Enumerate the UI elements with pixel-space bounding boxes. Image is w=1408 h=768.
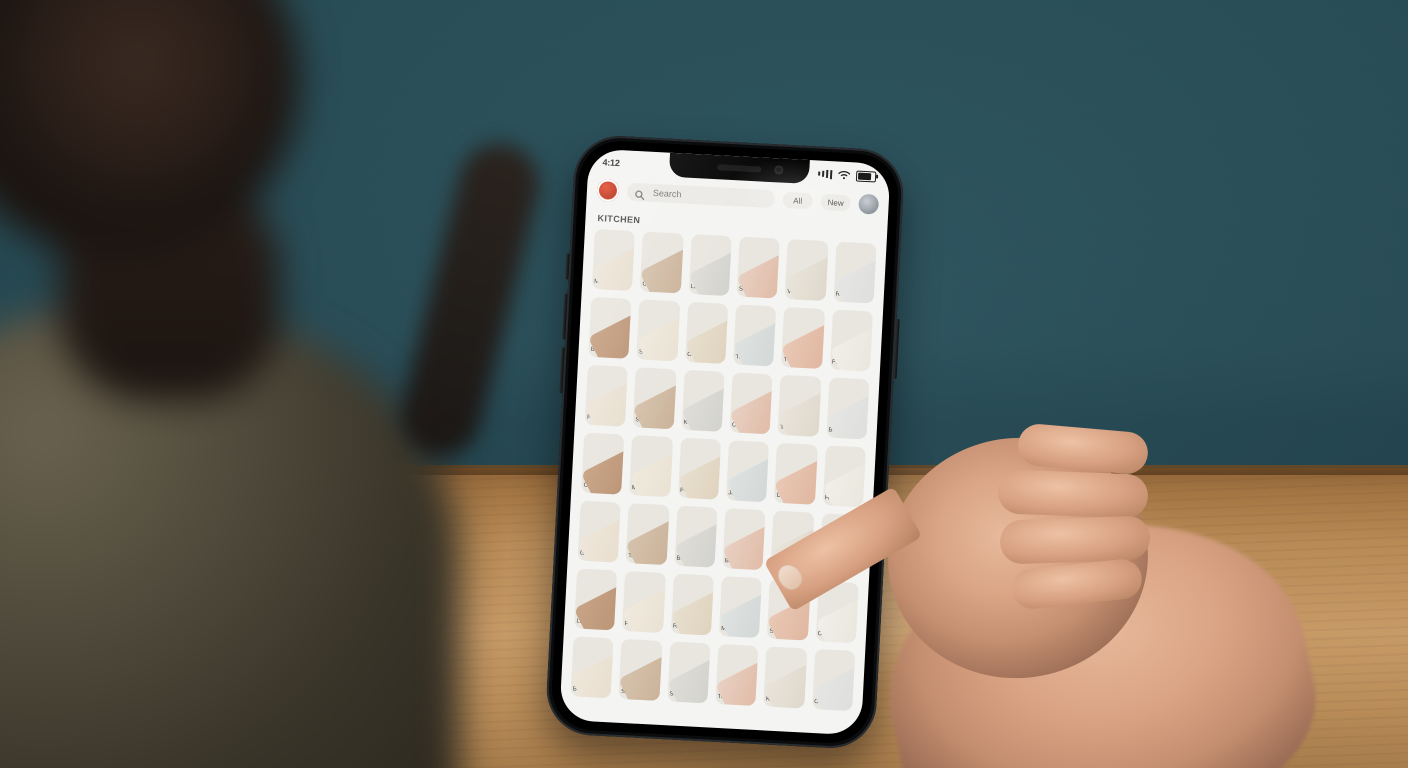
product-thumbnail (674, 506, 717, 568)
product-thumbnail (819, 513, 862, 575)
product-card[interactable]: Plant$18 (585, 365, 628, 427)
product-thumbnail (715, 644, 758, 706)
product-thumbnail (637, 299, 680, 361)
product-card[interactable]: Bin$17 (674, 506, 717, 568)
product-thumbnail (570, 636, 613, 698)
product-card[interactable]: Towel$7 (778, 375, 821, 437)
product-card[interactable]: Bowl$9 (588, 297, 631, 359)
product-thumbnail (778, 375, 821, 437)
wifi-icon (838, 170, 850, 180)
product-card[interactable]: Brush$6 (570, 636, 613, 698)
product-thumbnail (767, 579, 810, 641)
product-thumbnail (629, 435, 672, 497)
product-thumbnail (626, 503, 669, 565)
search-field[interactable] (627, 183, 776, 209)
product-card[interactable]: Set$32 (767, 579, 810, 641)
product-card[interactable]: Mirror$44 (629, 435, 672, 497)
filter-chip-1[interactable]: New (820, 194, 851, 212)
product-thumbnail (826, 377, 869, 439)
scene-photo: 4:12 (0, 0, 1408, 768)
product-card[interactable]: Knife$15 (764, 646, 807, 708)
product-card[interactable]: Hook$4 (822, 445, 865, 507)
product-thumbnail (588, 297, 631, 359)
product-thumbnail (822, 445, 865, 507)
product-card[interactable]: Soap$5 (619, 639, 662, 701)
product-thumbnail (667, 641, 710, 703)
signal-icon (818, 169, 832, 179)
brand-logo-icon[interactable] (596, 179, 619, 202)
product-thumbnail (622, 571, 665, 633)
product-card[interactable]: Tray$12 (733, 304, 776, 366)
product-thumbnail (592, 229, 635, 291)
product-card[interactable]: Sofa$399 (737, 236, 780, 298)
battery-icon (856, 170, 877, 182)
product-card[interactable]: Lamp$29 (688, 234, 731, 296)
product-card[interactable]: Table$199 (626, 503, 669, 565)
product-card[interactable]: Kettle$27 (681, 370, 724, 432)
product-thumbnail (574, 568, 617, 630)
product-card[interactable]: Plate$5 (678, 438, 721, 500)
profile-avatar[interactable] (858, 194, 879, 215)
search-icon (635, 187, 646, 198)
product-thumbnail (578, 501, 621, 563)
product-card[interactable]: Board$13 (722, 508, 765, 570)
product-card[interactable]: Vase$14 (785, 239, 828, 301)
status-time: 4:12 (602, 157, 620, 168)
product-card[interactable]: Cup$4 (815, 581, 858, 643)
product-card[interactable]: Tongs$8 (715, 644, 758, 706)
product-thumbnail (774, 443, 817, 505)
product-card[interactable]: Glass$3 (578, 501, 621, 563)
product-thumbnail (764, 646, 807, 708)
product-card[interactable]: Clock$24 (685, 302, 728, 364)
product-thumbnail (833, 242, 876, 304)
product-card[interactable]: Candle$11 (581, 433, 624, 495)
product-card[interactable]: Frame$8 (830, 309, 873, 371)
product-thumbnail (733, 304, 776, 366)
product-card[interactable]: Chair$49 (640, 231, 683, 293)
product-card[interactable]: Rack$28 (671, 573, 714, 635)
product-card[interactable]: Mat$10 (719, 576, 762, 638)
phone-screen[interactable]: 4:12 (559, 148, 891, 735)
product-thumbnail (730, 372, 773, 434)
product-card[interactable]: Basket$22 (826, 377, 869, 439)
product-card[interactable]: Pillow$21 (771, 511, 814, 573)
product-thumbnail (771, 511, 814, 573)
product-card[interactable]: Oven$249 (812, 649, 855, 711)
product-thumbnail (640, 231, 683, 293)
product-card[interactable]: Throw$35 (781, 307, 824, 369)
product-thumbnail (685, 302, 728, 364)
product-thumbnail (619, 639, 662, 701)
product-card[interactable]: Shade$23 (667, 641, 710, 703)
product-thumbnail (737, 236, 780, 298)
product-thumbnail (681, 370, 724, 432)
product-thumbnail (581, 433, 624, 495)
product-thumbnail (719, 576, 762, 638)
product-card[interactable]: Stool$39 (633, 367, 676, 429)
product-thumbnail (815, 581, 858, 643)
product-grid[interactable]: Mug$6Chair$49Lamp$29Sofa$399Vase$14Rug$8… (559, 228, 886, 735)
product-thumbnail (671, 573, 714, 635)
product-card[interactable]: Light$34 (574, 568, 617, 630)
product-thumbnail (585, 365, 628, 427)
product-card[interactable]: Pot$16 (622, 571, 665, 633)
product-card[interactable]: Shelf$59 (637, 299, 680, 361)
product-card[interactable]: Desk$149 (774, 443, 817, 505)
product-thumbnail (726, 440, 769, 502)
product-card[interactable]: Pan$26 (819, 513, 862, 575)
product-card[interactable]: Jar$6 (726, 440, 769, 502)
product-thumbnail (830, 309, 873, 371)
product-thumbnail (722, 508, 765, 570)
product-thumbnail (781, 307, 824, 369)
product-card[interactable]: Rug$89 (833, 242, 876, 304)
product-card[interactable]: Mug$6 (592, 229, 635, 291)
product-thumbnail (688, 234, 731, 296)
product-card[interactable]: Cutlery$19 (730, 372, 773, 434)
smartphone: 4:12 (545, 134, 906, 750)
filter-chip-0[interactable]: All (782, 192, 813, 210)
product-thumbnail (678, 438, 721, 500)
product-thumbnail (785, 239, 828, 301)
product-thumbnail (633, 367, 676, 429)
product-thumbnail (812, 649, 855, 711)
search-input[interactable] (651, 187, 767, 205)
